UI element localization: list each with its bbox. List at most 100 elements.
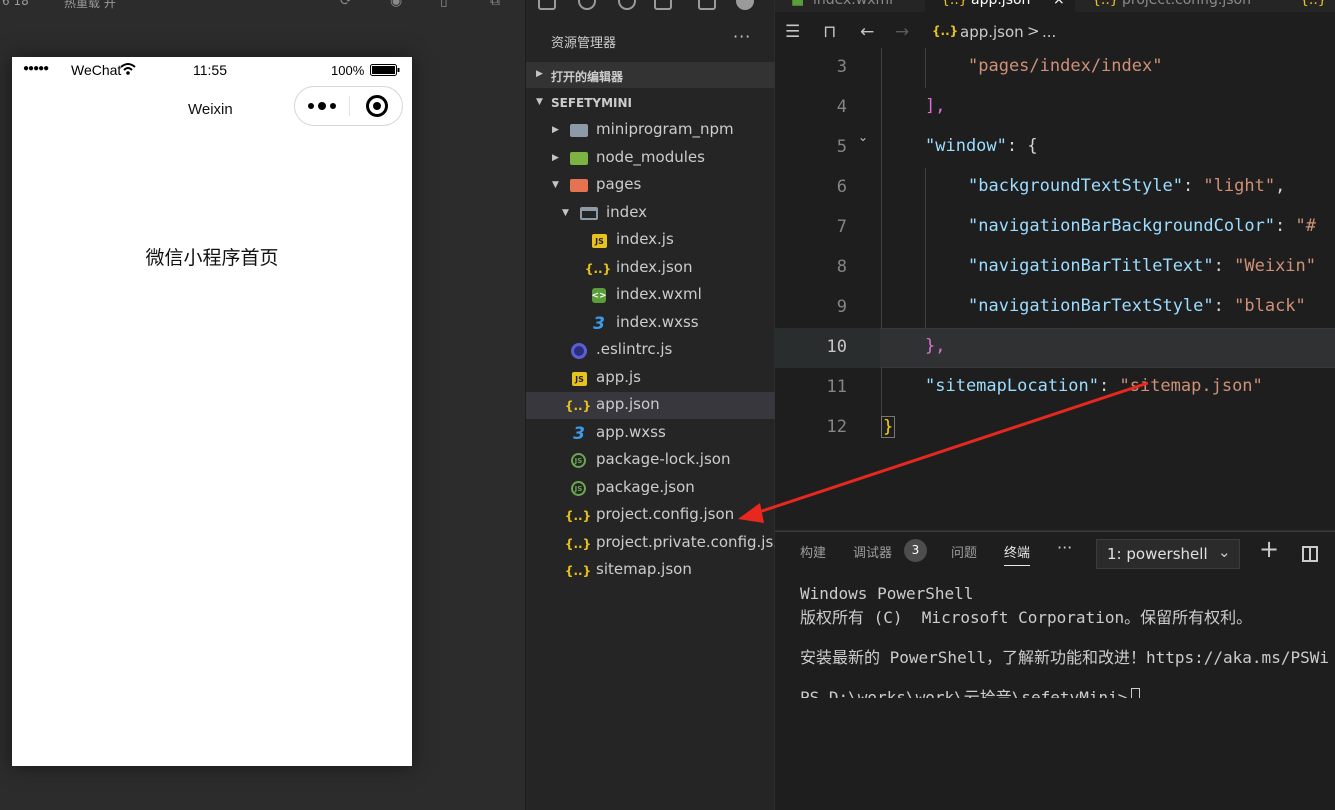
device-label[interactable]: 6 18 bbox=[2, 0, 29, 8]
terminal-panel: 构建 调试器 3 问题 终端 ··· 1: powershell ⌄ + Win… bbox=[775, 531, 1335, 810]
pages-folder-icon bbox=[570, 179, 588, 192]
source-control-icon[interactable] bbox=[618, 0, 636, 10]
tab-problems[interactable]: 问题 bbox=[951, 542, 977, 561]
eslint-icon bbox=[571, 343, 587, 359]
shell-select[interactable]: 1: powershell ⌄ bbox=[1096, 539, 1240, 569]
terminal-prompt-line: PS D:\works\work\云拾音\sefetyMini> bbox=[800, 684, 1141, 698]
tree-item-pages[interactable]: ▼ pages bbox=[526, 172, 775, 199]
json-file-icon: {..} bbox=[564, 508, 592, 523]
tree-item-label: miniprogram_npm bbox=[596, 120, 734, 138]
split-terminal-icon[interactable] bbox=[1302, 546, 1318, 562]
refresh-icon[interactable]: ⟳ bbox=[340, 0, 358, 9]
forward-arrow-icon[interactable]: → bbox=[895, 22, 909, 42]
copy-icon[interactable]: ⧉ bbox=[490, 0, 508, 9]
tree-item-index-json[interactable]: {..} index.json bbox=[526, 255, 775, 282]
explorer-title: 资源管理器 bbox=[551, 36, 617, 51]
tree-item-package-json[interactable]: JS package.json bbox=[526, 475, 775, 502]
tree-item-label: project.private.config.js... bbox=[596, 533, 788, 551]
json-file-icon: {..} bbox=[564, 536, 592, 551]
wifi-icon bbox=[120, 63, 136, 75]
search-icon[interactable] bbox=[578, 0, 596, 10]
panel-more-icon[interactable]: ··· bbox=[1057, 538, 1072, 557]
tab-label: app.json bbox=[971, 0, 1031, 8]
record-icon[interactable]: ◉ bbox=[390, 0, 408, 9]
tab-overflow[interactable]: {..} bbox=[1290, 0, 1335, 12]
more-dots-icon[interactable] bbox=[295, 87, 349, 125]
wxml-file-icon: ■ bbox=[791, 0, 805, 8]
open-editors-section[interactable]: ▶ 打开的编辑器 bbox=[526, 62, 775, 88]
tree-item-eslintrc[interactable]: .eslintrc.js bbox=[526, 337, 775, 364]
tree-item-project-private-config[interactable]: {..} project.private.config.js... bbox=[526, 530, 788, 557]
hot-reload-label[interactable]: 热重载 开 bbox=[64, 0, 116, 11]
tab-app-json[interactable]: {..} app.json × bbox=[925, 0, 1075, 12]
js-file-icon: JS bbox=[572, 372, 587, 386]
tab-index-wxml[interactable]: ■ index.wxml bbox=[775, 0, 915, 12]
status-bar: ●●●●● WeChat 11:55 100% bbox=[12, 57, 412, 85]
explorer-more-icon[interactable]: ··· bbox=[733, 27, 751, 46]
tree-item-index-wxml[interactable]: <> index.wxml bbox=[526, 282, 775, 309]
carrier-label: WeChat bbox=[71, 62, 122, 78]
json-file-icon: {..} bbox=[932, 24, 959, 38]
bookmark-icon[interactable]: ⊓ bbox=[823, 22, 836, 42]
code-line: 11 "sitemapLocation": "sitemap.json" bbox=[826, 376, 1263, 397]
tree-item-node-modules[interactable]: ▶ node_modules bbox=[526, 145, 775, 172]
tree-item-app-js[interactable]: JS app.js bbox=[526, 365, 775, 392]
tab-label: project.config.json bbox=[1122, 0, 1251, 8]
tree-item-app-wxss[interactable]: 3 app.wxss bbox=[526, 420, 775, 447]
code-line: 9 "navigationBarTextStyle": "black" bbox=[836, 296, 1306, 317]
tab-debugger[interactable]: 调试器 bbox=[853, 542, 892, 561]
breadcrumb-file[interactable]: app.json bbox=[960, 23, 1024, 41]
nav-bar-title: Weixin bbox=[188, 101, 233, 118]
fold-chevron-icon[interactable]: ⌄ bbox=[858, 130, 868, 144]
tree-item-label: index.js bbox=[616, 230, 674, 248]
chevron-down-icon: ⌄ bbox=[1218, 543, 1231, 561]
tree-item-label: index bbox=[606, 203, 648, 221]
chevron-down-icon: ▼ bbox=[562, 208, 569, 218]
phone-screen: ●●●●● WeChat 11:55 100% Weixin 微信小程序首页 bbox=[12, 57, 412, 766]
extensions-icon[interactable] bbox=[654, 0, 672, 10]
tree-item-label: index.wxml bbox=[616, 285, 702, 303]
back-arrow-icon[interactable]: ← bbox=[860, 22, 874, 42]
tree-item-index-wxss[interactable]: 3 index.wxss bbox=[526, 310, 775, 337]
phone-icon[interactable]: ▯ bbox=[440, 0, 458, 9]
new-terminal-icon[interactable]: + bbox=[1259, 535, 1279, 563]
tree-item-sitemap[interactable]: {..} sitemap.json bbox=[526, 557, 775, 584]
tree-item-project-config[interactable]: {..} project.config.json bbox=[526, 502, 775, 529]
folder-open-icon bbox=[580, 207, 598, 220]
menu-capsule bbox=[294, 86, 403, 126]
tree-item-app-json[interactable]: {..} app.json bbox=[526, 392, 775, 419]
tree-item-label: sitemap.json bbox=[596, 560, 692, 578]
cloud-icon[interactable] bbox=[736, 0, 754, 10]
code-area[interactable]: 3 "pages/index/index" 4 ], 5 "window": {… bbox=[775, 48, 1335, 530]
tree-item-label: package-lock.json bbox=[596, 450, 731, 468]
tree-item-label: .eslintrc.js bbox=[596, 340, 673, 358]
files-icon[interactable] bbox=[538, 0, 556, 10]
list-icon[interactable]: ☰ bbox=[785, 22, 800, 42]
wxml-file-icon: <> bbox=[591, 288, 607, 303]
tab-terminal[interactable]: 终端 bbox=[1004, 542, 1031, 566]
breadcrumb-more[interactable]: ... bbox=[1042, 23, 1056, 41]
terminal-line: 版权所有 (C) Microsoft Corporation。保留所有权利。 bbox=[800, 608, 1253, 627]
code-editor: ■ index.wxml {..} app.json × {..} projec… bbox=[775, 0, 1335, 530]
chevron-right-icon: ▶ bbox=[552, 125, 559, 135]
close-miniprogram-icon[interactable] bbox=[353, 94, 401, 118]
battery-percent: 100% bbox=[331, 63, 365, 78]
debug-icon[interactable] bbox=[698, 0, 716, 10]
tree-item-package-lock[interactable]: JS package-lock.json bbox=[526, 447, 775, 474]
tree-item-index-folder[interactable]: ▼ index bbox=[526, 200, 775, 227]
tree-item-miniprogram-npm[interactable]: ▶ miniprogram_npm bbox=[526, 117, 775, 144]
breadcrumb: ☰ ⊓ ← → {..} app.json > ... bbox=[775, 16, 1335, 48]
json-file-icon: {..} bbox=[564, 398, 592, 413]
project-section[interactable]: ▼ SEFETYMINI bbox=[526, 90, 775, 116]
code-line: 6 "backgroundTextStyle": "light", bbox=[836, 176, 1286, 197]
close-icon[interactable]: × bbox=[1053, 0, 1065, 8]
tab-build[interactable]: 构建 bbox=[800, 542, 826, 561]
node-file-icon: JS bbox=[571, 453, 586, 468]
terminal-output[interactable]: Windows PowerShell 版权所有 (C) Microsoft Co… bbox=[800, 584, 1335, 698]
json-file-icon: {..} bbox=[1092, 0, 1119, 8]
tree-item-index-js[interactable]: JS index.js bbox=[526, 227, 775, 254]
simulator-pane: 6 18 热重载 开 ⟳ ◉ ▯ ⧉ ●●●●● WeChat 11:55 10… bbox=[0, 0, 524, 810]
tab-project-config[interactable]: {..} project.config.json bbox=[1080, 0, 1280, 12]
status-time: 11:55 bbox=[193, 62, 227, 78]
tree-item-label: node_modules bbox=[596, 148, 705, 166]
